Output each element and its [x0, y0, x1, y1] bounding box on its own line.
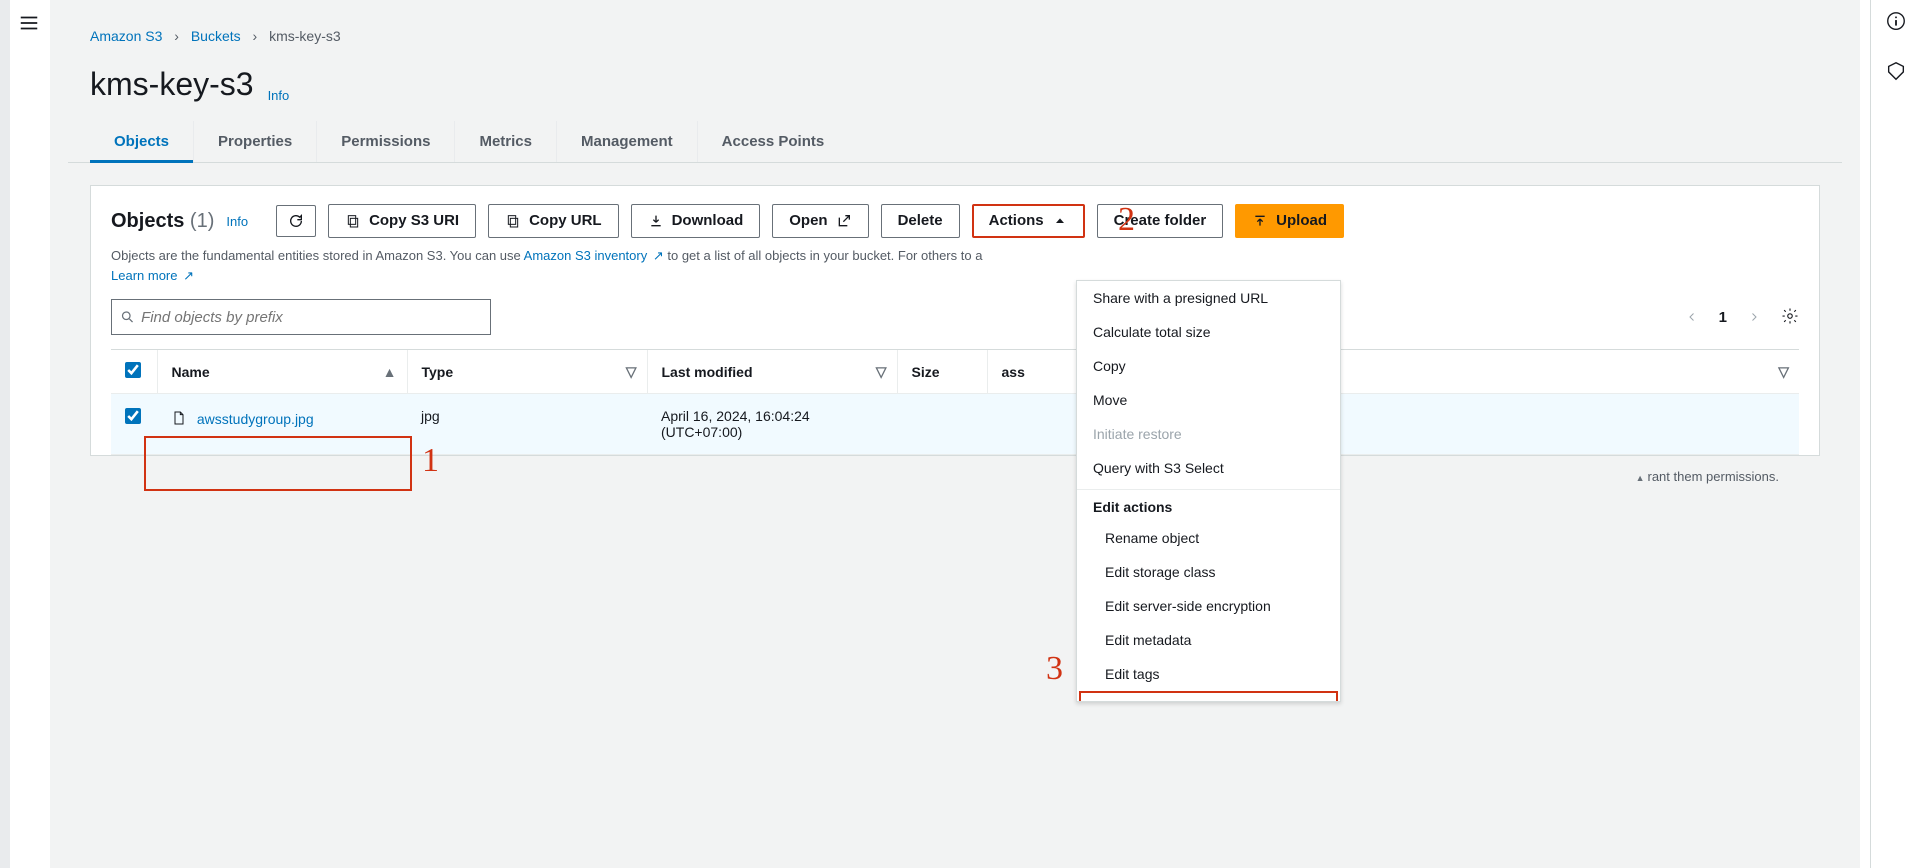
file-icon — [171, 410, 187, 426]
tab-access-points[interactable]: Access Points — [697, 121, 849, 162]
annotation-2: 2 — [1118, 201, 1135, 239]
upload-button[interactable]: Upload — [1235, 204, 1344, 238]
breadcrumb-buckets[interactable]: Buckets — [191, 28, 241, 44]
refresh-button[interactable] — [276, 205, 316, 237]
shield-icon[interactable] — [1885, 60, 1907, 82]
menu-move[interactable]: Move — [1077, 383, 1340, 417]
object-name-link[interactable]: awsstudygroup.jpg — [197, 411, 314, 427]
menu-share-presigned-url[interactable]: Share with a presigned URL — [1077, 281, 1340, 315]
copy-icon — [505, 213, 521, 229]
download-button[interactable]: Download — [631, 204, 761, 238]
search-input[interactable] — [141, 309, 482, 326]
sort-icon: ▽ — [876, 363, 887, 380]
breadcrumb-root[interactable]: Amazon S3 — [90, 28, 162, 44]
sort-icon: ▽ — [626, 363, 637, 380]
menu-toggle[interactable] — [18, 12, 40, 37]
menu-edit-sse[interactable]: Edit server-side encryption — [1077, 589, 1340, 623]
chevron-right-icon: › — [253, 28, 258, 44]
cell-type: jpg — [407, 394, 647, 455]
external-link-icon: ↗ — [649, 248, 664, 263]
chevron-left-icon — [1686, 311, 1698, 323]
learn-more-link[interactable]: Learn more ↗ — [111, 268, 194, 283]
menu-query-s3-select[interactable]: Query with S3 Select — [1077, 451, 1340, 485]
annotation-1: 1 — [422, 442, 439, 480]
panel-heading: Objects (1) — [111, 210, 214, 233]
panel-description: Objects are the fundamental entities sto… — [111, 246, 1799, 285]
search-input-wrapper[interactable] — [111, 299, 491, 335]
select-all-checkbox[interactable] — [125, 362, 141, 378]
copy-url-button[interactable]: Copy URL — [488, 204, 619, 238]
cell-last-modified: April 16, 2024, 16:04:24 (UTC+07:00) — [647, 394, 897, 455]
download-icon — [648, 213, 664, 229]
menu-edit-storage-class[interactable]: Edit storage class — [1077, 555, 1340, 589]
refresh-icon — [288, 213, 304, 229]
external-link-icon — [836, 213, 852, 229]
menu-initiate-restore: Initiate restore — [1077, 417, 1340, 451]
trailing-desc-text: ▲rant them permissions. — [1636, 469, 1779, 484]
page-number: 1 — [1719, 309, 1727, 326]
left-rail — [0, 0, 10, 868]
title-info-link[interactable]: Info — [268, 88, 290, 103]
upload-icon — [1252, 213, 1268, 229]
copy-icon — [345, 213, 361, 229]
tab-permissions[interactable]: Permissions — [316, 121, 454, 162]
col-type[interactable]: Type▽ — [407, 350, 647, 394]
gear-icon — [1781, 307, 1799, 325]
chevron-right-icon — [1748, 311, 1760, 323]
objects-panel: Objects (1) Info Copy S3 URI Copy URL Do… — [90, 185, 1820, 456]
settings-button[interactable] — [1781, 307, 1799, 328]
breadcrumb-current: kms-key-s3 — [269, 28, 341, 44]
menu-edit-metadata[interactable]: Edit metadata — [1077, 623, 1340, 657]
breadcrumb: Amazon S3 › Buckets › kms-key-s3 — [68, 18, 1842, 48]
tab-properties[interactable]: Properties — [193, 121, 316, 162]
sort-icon: ▽ — [1778, 363, 1789, 380]
actions-button[interactable]: Actions — [972, 204, 1085, 238]
copy-s3-uri-button[interactable]: Copy S3 URI — [328, 204, 476, 238]
pagination: 1 — [1679, 304, 1799, 330]
inventory-link[interactable]: Amazon S3 inventory ↗ — [524, 248, 664, 263]
tab-management[interactable]: Management — [556, 121, 697, 162]
menu-make-public-acl[interactable]: Make public using ACL — [1079, 691, 1338, 701]
annotation-3: 3 — [1046, 650, 1063, 688]
next-page-button[interactable] — [1741, 304, 1767, 330]
main-content: Amazon S3 › Buckets › kms-key-s3 kms-key… — [50, 0, 1860, 868]
objects-table: Name▲ Type▽ Last modified▽ Size ass▽ aws… — [111, 349, 1799, 455]
menu-copy[interactable]: Copy — [1077, 349, 1340, 383]
delete-button[interactable]: Delete — [881, 204, 960, 238]
menu-edit-tags[interactable]: Edit tags — [1077, 657, 1340, 691]
external-link-icon: ↗ — [179, 268, 194, 283]
col-name[interactable]: Name▲ — [157, 350, 407, 394]
page-title: kms-key-s3 — [90, 66, 254, 103]
menu-section-edit-actions: Edit actions — [1077, 489, 1340, 521]
sort-asc-icon: ▲ — [383, 364, 397, 380]
panel-info-link[interactable]: Info — [226, 214, 248, 229]
search-icon — [120, 309, 135, 325]
prev-page-button[interactable] — [1679, 304, 1705, 330]
tab-metrics[interactable]: Metrics — [454, 121, 556, 162]
col-last-modified[interactable]: Last modified▽ — [647, 350, 897, 394]
create-folder-button[interactable]: Create folder — [1097, 204, 1224, 238]
actions-menu: Share with a presigned URL Calculate tot… — [1076, 280, 1341, 702]
hamburger-icon — [18, 12, 40, 34]
col-size[interactable]: Size — [897, 350, 987, 394]
help-rail — [1870, 0, 1920, 868]
menu-rename-object[interactable]: Rename object — [1077, 521, 1340, 555]
chevron-right-icon: › — [174, 28, 179, 44]
tabs: Objects Properties Permissions Metrics M… — [68, 121, 1842, 163]
open-button[interactable]: Open — [772, 204, 868, 238]
cell-size — [897, 394, 987, 455]
info-icon[interactable] — [1885, 10, 1907, 32]
row-checkbox[interactable] — [125, 408, 141, 424]
caret-up-icon — [1052, 213, 1068, 229]
table-row[interactable]: awsstudygroup.jpg jpg April 16, 2024, 16… — [111, 394, 1799, 455]
object-count: (1) — [190, 210, 214, 232]
menu-calculate-total-size[interactable]: Calculate total size — [1077, 315, 1340, 349]
tab-objects[interactable]: Objects — [90, 121, 193, 162]
